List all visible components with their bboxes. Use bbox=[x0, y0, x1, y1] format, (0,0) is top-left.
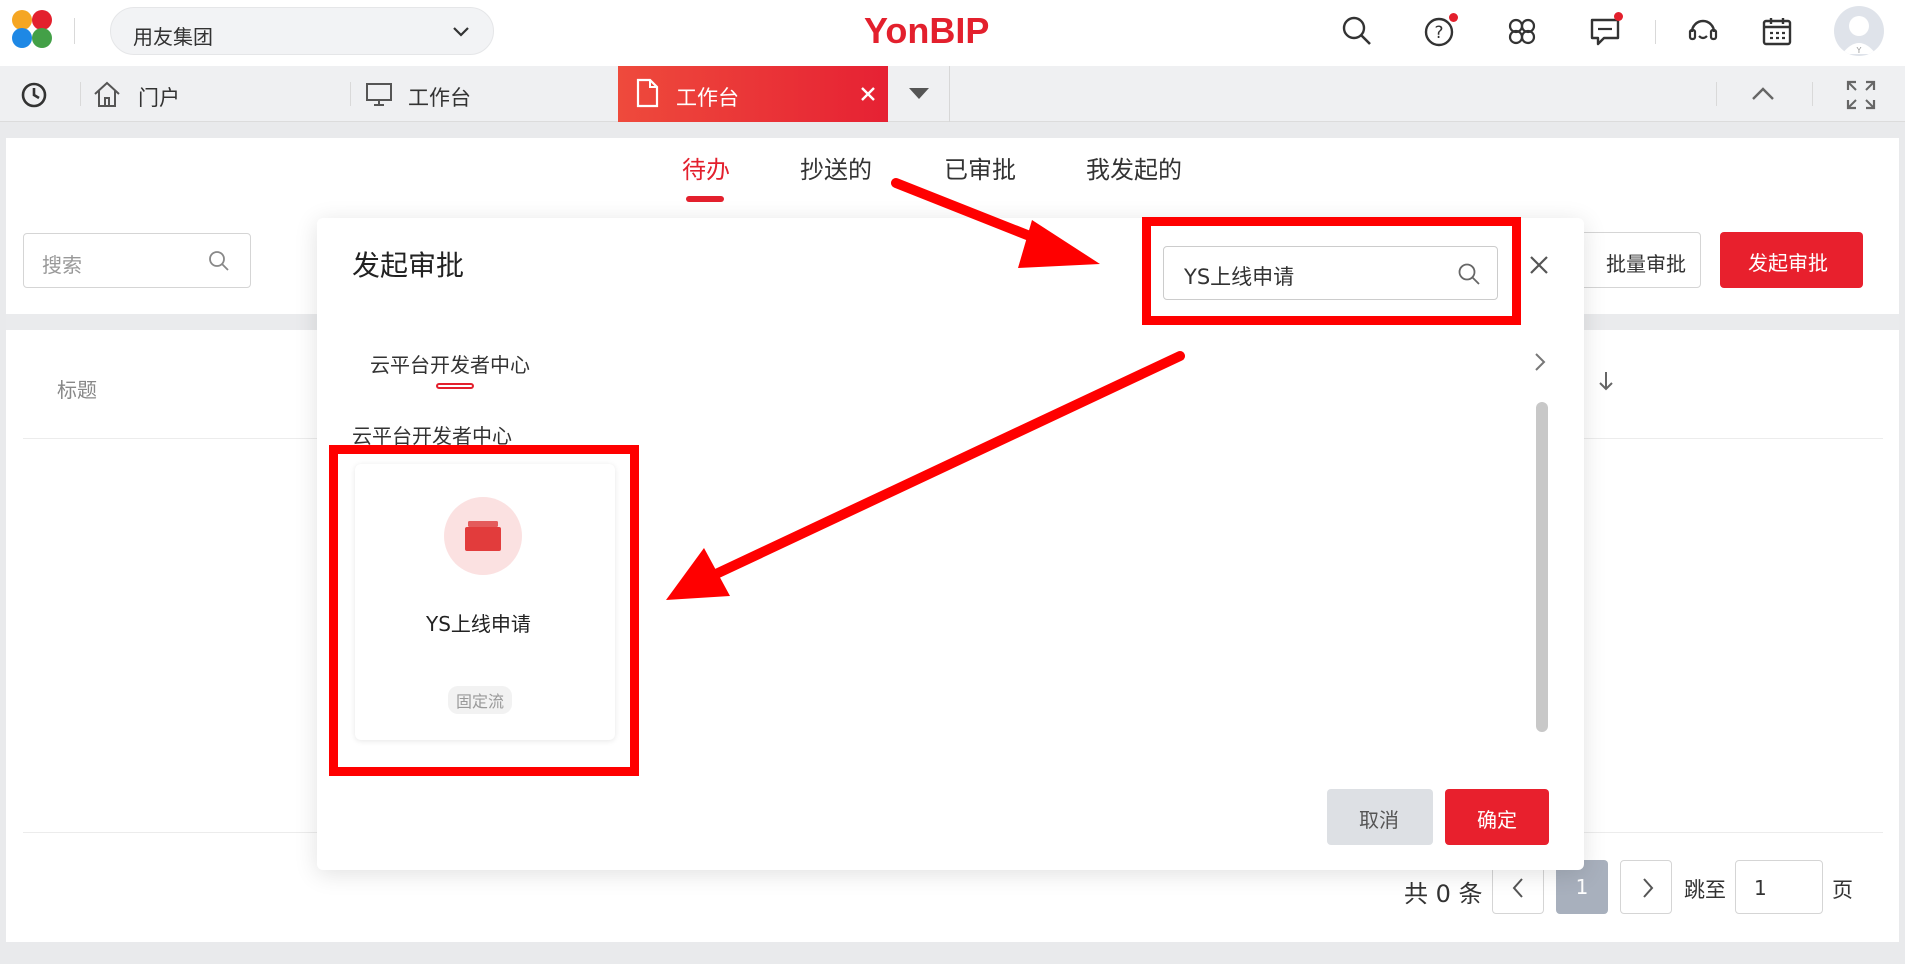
tab-label: 工作台 bbox=[676, 86, 739, 110]
category-tab[interactable]: 云平台开发者中心 bbox=[370, 349, 530, 378]
search-input[interactable]: 搜索 bbox=[23, 233, 251, 288]
modal-scrollbar[interactable] bbox=[1536, 402, 1548, 732]
jump-page-value: 1 bbox=[1754, 876, 1767, 900]
divider bbox=[80, 82, 81, 106]
chevron-up-icon[interactable] bbox=[1750, 84, 1776, 104]
search-placeholder: 搜索 bbox=[42, 253, 82, 277]
divider bbox=[1716, 82, 1717, 106]
org-selector[interactable]: 用友集团 bbox=[110, 7, 494, 55]
page-label: 页 bbox=[1832, 878, 1853, 902]
top-bar: 用友集团 YonBIP ? Y bbox=[0, 0, 1905, 66]
tab-label: 工作台 bbox=[408, 86, 471, 110]
close-icon[interactable] bbox=[1524, 250, 1554, 280]
modal-title: 发起审批 bbox=[352, 249, 465, 282]
start-approval-label: 发起审批 bbox=[1748, 251, 1828, 275]
message-badge bbox=[1614, 12, 1623, 21]
start-approval-button[interactable]: 发起审批 bbox=[1720, 232, 1863, 288]
confirm-button[interactable]: 确定 bbox=[1445, 789, 1549, 845]
divider bbox=[74, 18, 75, 44]
svg-text:Y: Y bbox=[1856, 46, 1862, 55]
tab-workbench[interactable]: 工作台 bbox=[362, 66, 612, 122]
tab-initiated[interactable]: 我发起的 bbox=[1086, 150, 1182, 185]
history-icon[interactable] bbox=[18, 80, 50, 110]
tab-pending[interactable]: 待办 bbox=[682, 150, 730, 185]
document-icon bbox=[636, 78, 659, 108]
cancel-label: 取消 bbox=[1359, 808, 1399, 832]
close-icon[interactable] bbox=[860, 86, 876, 102]
monitor-icon bbox=[366, 83, 392, 106]
next-page-button[interactable] bbox=[1620, 860, 1672, 914]
active-tab-indicator bbox=[686, 196, 724, 202]
tab-bar: 门户 工作台 工作台 bbox=[0, 66, 1905, 122]
search-icon bbox=[209, 251, 229, 271]
home-icon bbox=[94, 81, 120, 107]
fullscreen-icon[interactable] bbox=[1846, 80, 1876, 110]
caret-down-icon bbox=[909, 88, 929, 99]
help-badge bbox=[1449, 13, 1458, 22]
apps-icon[interactable] bbox=[1505, 14, 1539, 48]
batch-approve-button[interactable]: 批量审批 bbox=[1578, 232, 1701, 288]
pager-total: 共 0 条 bbox=[1404, 880, 1483, 908]
confirm-label: 确定 bbox=[1477, 808, 1517, 832]
column-header-title: 标题 bbox=[57, 378, 97, 402]
cancel-button[interactable]: 取消 bbox=[1327, 789, 1433, 845]
chevron-left-icon bbox=[1512, 878, 1523, 898]
highlight-box-search bbox=[1142, 217, 1521, 325]
category-tab-indicator bbox=[436, 383, 474, 389]
tab-workbench-active[interactable]: 工作台 bbox=[618, 66, 888, 122]
jump-label: 跳至 bbox=[1684, 878, 1726, 902]
app-logo[interactable] bbox=[12, 10, 56, 50]
tab-label: 门户 bbox=[138, 86, 180, 110]
divider bbox=[1655, 20, 1656, 44]
divider bbox=[1812, 82, 1813, 106]
chevron-right-icon[interactable] bbox=[1532, 352, 1548, 372]
tab-approved[interactable]: 已审批 bbox=[944, 150, 1016, 185]
tab-cc[interactable]: 抄送的 bbox=[800, 150, 872, 185]
service-icon[interactable] bbox=[1686, 14, 1720, 48]
tab-dropdown[interactable] bbox=[888, 66, 950, 122]
divider bbox=[350, 82, 351, 106]
batch-approve-label: 批量审批 bbox=[1606, 252, 1686, 276]
search-icon[interactable] bbox=[1340, 14, 1374, 48]
org-name: 用友集团 bbox=[133, 25, 213, 49]
sort-arrow-icon[interactable] bbox=[1598, 370, 1614, 392]
highlight-box-card bbox=[329, 445, 639, 776]
chevron-right-icon bbox=[1643, 878, 1654, 898]
avatar[interactable]: Y bbox=[1834, 6, 1884, 56]
brand-logo: YonBIP bbox=[864, 10, 990, 51]
bottom-gap bbox=[0, 942, 1905, 964]
user-icon: Y bbox=[1842, 16, 1876, 55]
calendar-icon[interactable] bbox=[1760, 14, 1794, 48]
chevron-down-icon bbox=[453, 27, 469, 37]
svg-text:?: ? bbox=[1434, 23, 1443, 43]
jump-page-input[interactable]: 1 bbox=[1735, 860, 1823, 914]
tab-portal[interactable]: 门户 bbox=[90, 66, 350, 122]
